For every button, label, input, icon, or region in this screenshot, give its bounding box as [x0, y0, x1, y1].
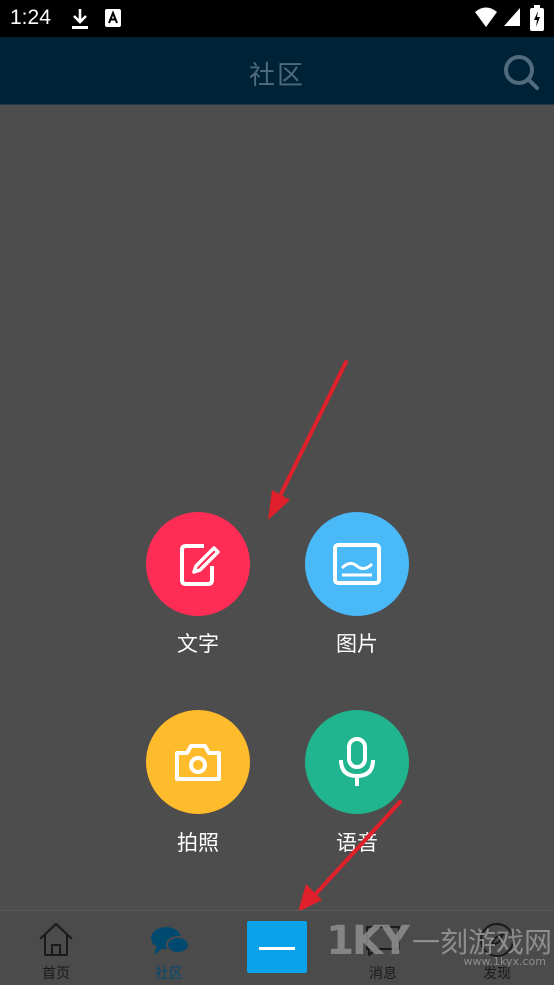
voice-post-button[interactable] [305, 710, 409, 814]
search-icon [504, 55, 539, 90]
image-post-button[interactable] [305, 512, 409, 616]
camera-icon [175, 744, 221, 781]
publish-toggle-button[interactable] [247, 921, 307, 973]
watermark: 1KY 一刻游戏网 www.1kyx.com [326, 911, 552, 971]
edit-note-icon [180, 544, 220, 586]
nav-label-community: 社区 [155, 966, 183, 982]
search-button[interactable] [502, 53, 540, 91]
chat-bubbles-icon [151, 927, 190, 955]
nav-label-home: 首页 [42, 966, 70, 982]
battery-icon [530, 5, 544, 35]
nav-item-home[interactable]: 首页 [11, 911, 101, 985]
minus-icon [259, 947, 295, 950]
page-title: 社区 [248, 61, 305, 91]
photo-post-button[interactable] [146, 710, 250, 814]
image-post-label: 图片 [336, 632, 378, 656]
image-icon [333, 543, 381, 585]
home-icon [39, 923, 73, 956]
signal-icon [503, 7, 521, 31]
wifi-icon [474, 6, 498, 32]
text-post-label: 文字 [177, 632, 219, 656]
publish-overlay[interactable] [0, 105, 554, 910]
photo-post-label: 拍照 [177, 831, 219, 855]
a-badge-icon [104, 8, 122, 32]
app-bar: 社区 [0, 37, 554, 105]
status-time: 1:24 [10, 6, 51, 29]
voice-post-label: 语音 [336, 831, 378, 855]
watermark-logo: 1KY [326, 918, 410, 964]
download-icon [70, 8, 90, 34]
text-post-button[interactable] [146, 512, 250, 616]
watermark-url: www.1kyx.com [463, 955, 546, 968]
status-bar: 1:24 [0, 0, 554, 37]
microphone-icon [339, 737, 375, 786]
nav-item-community[interactable]: 社区 [124, 911, 214, 985]
